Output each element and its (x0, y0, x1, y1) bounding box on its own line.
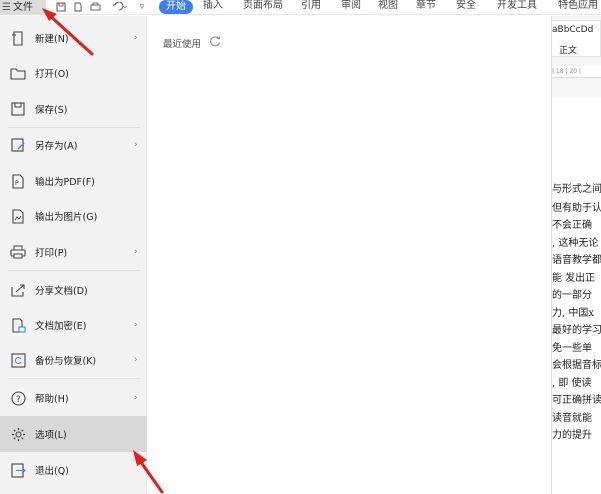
menu-item-label: 输出为图片(G) (35, 212, 98, 223)
menu-item-label: 打开(O) (35, 69, 69, 80)
menu-item-export-image[interactable]: 输出为图片(G) (0, 198, 147, 234)
document-line: 力, 中国x (552, 308, 594, 319)
menu-item-backup[interactable]: 备份与恢复(K) › (0, 342, 147, 378)
document-line: 与形式之间 (552, 184, 601, 195)
style-sample-text: aBbCcDd (552, 25, 594, 35)
tab-view[interactable]: 视图 (378, 0, 398, 14)
document-line: , 即 使读 (552, 378, 592, 389)
document-line: 力的提升 (552, 430, 592, 441)
share-icon (10, 282, 26, 298)
document-line: 可正确拼读 (552, 395, 601, 406)
menu-divider (8, 270, 140, 271)
menu-item-label: 打印(P) (35, 248, 68, 259)
menu-item-label: 分享文档(D) (35, 286, 88, 297)
encrypt-icon (10, 317, 26, 333)
backup-icon (10, 352, 26, 368)
chevron-right-icon: › (134, 320, 138, 330)
new-doc-icon (10, 30, 26, 46)
menu-item-print[interactable]: 打印(P) › (0, 234, 147, 270)
save-icon (10, 101, 26, 117)
menu-item-export-pdf[interactable]: P 输出为PDF(F) (0, 163, 147, 199)
undo-icon[interactable] (110, 0, 130, 14)
document-line: 不会正确 (552, 220, 592, 231)
help-icon: ? (10, 390, 26, 406)
chevron-right-icon: › (134, 140, 138, 150)
style-name-label: 正文 (559, 46, 578, 56)
tab-special-apps[interactable]: 特色应用 (558, 0, 598, 14)
file-menu-label: 文件 (12, 2, 33, 13)
menu-item-label: 帮助(H) (35, 394, 69, 405)
chevron-right-icon: › (134, 393, 138, 403)
tab-insert[interactable]: 插入 (203, 0, 223, 14)
menu-item-new[interactable]: 新建(N) › (0, 20, 147, 56)
menu-item-open[interactable]: 打开(O) (0, 55, 147, 91)
document-line: 会根据音标 (552, 360, 601, 371)
menu-item-label: 选项(L) (35, 430, 67, 441)
image-export-icon (10, 208, 26, 224)
document-line: 的一部分 (552, 290, 592, 301)
chevron-right-icon: › (134, 33, 138, 43)
file-menu: 新建(N) › 打开(O) 保存(S) 另存为(A) › P 输出为PDF(F)… (0, 16, 147, 494)
tab-home[interactable]: 开始 (159, 0, 193, 14)
recent-files-panel: 最近使用 (147, 16, 552, 494)
tab-security[interactable]: 安全 (456, 0, 476, 14)
pdf-export-icon: P (10, 173, 26, 189)
document-line: , 这种无论 (552, 238, 599, 249)
document-page[interactable]: 与形式之间 但有助于认 不会正确 , 这种无论 语音教学都 能 发出正 的一部分… (552, 98, 601, 494)
save-as-icon (10, 137, 26, 153)
chevron-right-icon: › (134, 247, 138, 257)
svg-text:P: P (15, 180, 19, 187)
menu-item-share[interactable]: 分享文档(D) (0, 272, 147, 308)
menu-item-label: 输出为PDF(F) (35, 177, 95, 188)
title-toolbar: ☰ 文件 ▿ 开始 插入 页面布局 引用 审阅 视图 章节 安全 开发工具 特色… (0, 0, 601, 15)
export-quick-icon[interactable] (72, 0, 84, 14)
menu-item-label: 文档加密(E) (35, 321, 87, 332)
tab-references[interactable]: 引用 (301, 0, 321, 14)
tab-developer[interactable]: 开发工具 (497, 0, 537, 14)
tab-review[interactable]: 审阅 (341, 0, 361, 14)
menu-item-label: 保存(S) (35, 105, 68, 116)
document-line: 最好的学习 (552, 325, 601, 336)
menu-item-save-as[interactable]: 另存为(A) › (0, 127, 147, 163)
gear-icon (10, 426, 26, 442)
document-line: 语音教学都 (552, 255, 601, 266)
hamburger-icon: ☰ (2, 2, 11, 13)
svg-text:?: ? (16, 395, 21, 405)
document-line: 免一些单 (552, 343, 592, 354)
exit-icon (10, 462, 26, 478)
menu-item-help[interactable]: ? 帮助(H) › (0, 380, 147, 416)
tab-page-layout[interactable]: 页面布局 (243, 0, 283, 14)
customize-quick-access-icon[interactable]: ▿ (137, 0, 147, 14)
menu-item-label: 备份与恢复(K) (35, 356, 97, 367)
menu-item-label: 另存为(A) (35, 141, 78, 152)
style-normal[interactable]: aBbCcDd 正文 (548, 20, 601, 57)
file-menu-button[interactable]: ☰ 文件 (0, 0, 46, 15)
menu-item-options[interactable]: 选项(L) (0, 416, 147, 452)
save-quick-icon[interactable] (55, 0, 67, 14)
printer-icon (10, 244, 26, 260)
document-line: 但有助于认 (552, 203, 601, 214)
menu-item-label: 退出(Q) (35, 466, 69, 477)
menu-divider (8, 378, 140, 379)
ruler-ticks: | 18 | 20 | (552, 68, 581, 75)
folder-open-icon (10, 65, 26, 81)
menu-item-exit[interactable]: 退出(Q) (0, 452, 147, 488)
menu-item-label: 新建(N) (35, 34, 69, 45)
menu-item-encrypt[interactable]: 文档加密(E) › (0, 307, 147, 343)
tab-chapter[interactable]: 章节 (416, 0, 436, 14)
chevron-right-icon: › (134, 355, 138, 365)
recent-files-title: 最近使用 (163, 39, 202, 50)
document-line: 读音就能 (552, 413, 592, 424)
print-quick-icon[interactable] (89, 0, 101, 14)
menu-item-save[interactable]: 保存(S) (0, 91, 147, 127)
refresh-icon[interactable] (208, 34, 222, 48)
horizontal-ruler: | 18 | 20 | (552, 66, 601, 78)
document-line: 能 发出正 (552, 273, 596, 284)
